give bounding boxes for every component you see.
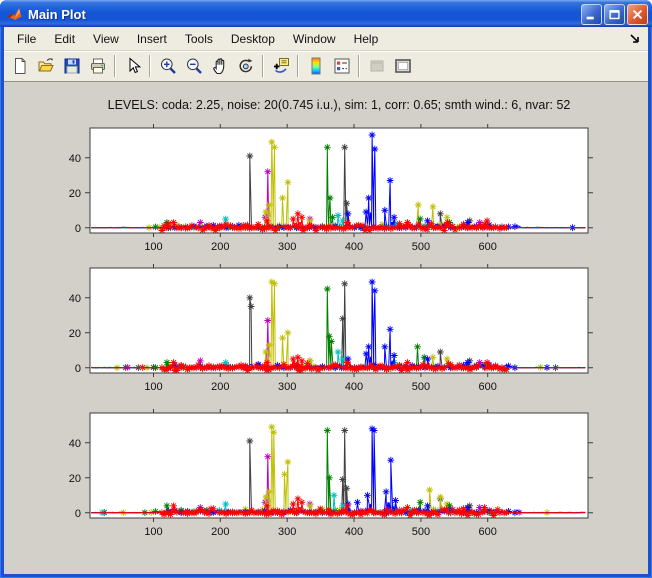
- svg-text:20: 20: [69, 328, 81, 340]
- svg-text:400: 400: [345, 241, 363, 253]
- minimize-button[interactable]: [581, 3, 602, 25]
- window-controls: [581, 3, 648, 25]
- svg-text:500: 500: [412, 241, 430, 253]
- save-figure-button[interactable]: [59, 54, 84, 78]
- edit-plot-button[interactable]: [120, 54, 145, 78]
- rotate-3d-icon: [237, 57, 255, 75]
- pan-button[interactable]: [207, 54, 232, 78]
- open-folder-icon: [37, 57, 55, 75]
- menu-item-desktop[interactable]: Desktop: [222, 29, 284, 49]
- hide-plot-tools-button[interactable]: [364, 54, 389, 78]
- show-plot-tools-icon: [394, 57, 412, 75]
- insert-legend-button[interactable]: [329, 54, 354, 78]
- svg-text:200: 200: [211, 241, 229, 253]
- data-cursor-button[interactable]: [268, 54, 293, 78]
- svg-text:600: 600: [479, 526, 497, 538]
- hide-plot-tools-icon: [368, 57, 386, 75]
- zoom-in-button[interactable]: [155, 54, 180, 78]
- svg-text:40: 40: [69, 438, 81, 450]
- minimize-icon: [584, 7, 599, 22]
- insert-colorbar-button[interactable]: [303, 54, 328, 78]
- menu-item-edit[interactable]: Edit: [45, 29, 84, 49]
- menu-item-insert[interactable]: Insert: [128, 29, 176, 49]
- rotate-3d-button[interactable]: [233, 54, 258, 78]
- toolbar-separator: [262, 55, 264, 77]
- matlab-app-icon: [6, 6, 23, 23]
- menubar-items: File Edit View Insert Tools Desktop Window Help: [8, 29, 387, 49]
- svg-text:100: 100: [144, 526, 162, 538]
- data-cursor-icon: [272, 57, 290, 75]
- svg-text:300: 300: [278, 241, 296, 253]
- menu-item-file[interactable]: File: [8, 29, 45, 49]
- maximize-button[interactable]: [604, 3, 625, 25]
- menubar-dock-arrow-icon[interactable]: [629, 33, 641, 45]
- close-button[interactable]: [627, 3, 648, 25]
- zoom-out-icon: [185, 57, 203, 75]
- svg-text:200: 200: [211, 526, 229, 538]
- menu-item-view[interactable]: View: [84, 29, 128, 49]
- svg-text:40: 40: [69, 153, 81, 165]
- svg-text:300: 300: [278, 381, 296, 393]
- svg-text:600: 600: [479, 241, 497, 253]
- toolbar: [4, 51, 648, 82]
- toolbar-separator: [114, 55, 116, 77]
- svg-text:100: 100: [144, 381, 162, 393]
- svg-text:100: 100: [144, 241, 162, 253]
- colorbar-icon: [307, 57, 325, 75]
- figure-canvas: LEVELS: coda: 2.25, noise: 20(0.745 i.u.…: [4, 82, 648, 574]
- menu-item-window[interactable]: Window: [284, 29, 345, 49]
- zoom-in-icon: [159, 57, 177, 75]
- window: Main Plot File Edit View Insert Tools Desktop…: [0, 0, 652, 578]
- print-icon: [89, 57, 107, 75]
- toolbar-separator: [297, 55, 299, 77]
- hand-icon: [211, 57, 229, 75]
- subplot-3[interactable]: 100 200 300 400 500 600 0 20 40: [4, 407, 648, 547]
- svg-text:20: 20: [69, 188, 81, 200]
- toolbar-separator: [358, 55, 360, 77]
- svg-text:40: 40: [69, 293, 81, 305]
- svg-text:20: 20: [69, 473, 81, 485]
- svg-text:200: 200: [211, 381, 229, 393]
- menu-item-tools[interactable]: Tools: [176, 29, 222, 49]
- legend-icon: [333, 57, 351, 75]
- svg-text:0: 0: [75, 223, 81, 235]
- open-file-button[interactable]: [33, 54, 58, 78]
- menubar: File Edit View Insert Tools Desktop Window Help: [4, 27, 648, 51]
- plot-title: LEVELS: coda: 2.25, noise: 20(0.745 i.u.…: [107, 98, 571, 112]
- menu-item-help[interactable]: Help: [345, 29, 388, 49]
- close-icon: [630, 7, 645, 22]
- print-figure-button[interactable]: [85, 54, 110, 78]
- svg-text:600: 600: [479, 381, 497, 393]
- svg-text:500: 500: [412, 526, 430, 538]
- titlebar[interactable]: Main Plot: [0, 0, 652, 27]
- svg-text:400: 400: [345, 526, 363, 538]
- svg-text:300: 300: [278, 526, 296, 538]
- subplot-1[interactable]: 100 200 300 400 500 600 0 20 40: [4, 122, 648, 262]
- toolbar-separator: [149, 55, 151, 77]
- show-plot-tools-button[interactable]: [390, 54, 415, 78]
- new-figure-button[interactable]: [7, 54, 32, 78]
- new-document-icon: [11, 57, 29, 75]
- svg-text:0: 0: [75, 508, 81, 520]
- window-title: Main Plot: [28, 6, 86, 22]
- subplot-2[interactable]: 100 200 300 400 500 600 0 20 40: [4, 262, 648, 402]
- svg-text:400: 400: [345, 381, 363, 393]
- pointer-arrow-icon: [124, 57, 142, 75]
- save-icon: [63, 57, 81, 75]
- zoom-out-button[interactable]: [181, 54, 206, 78]
- maximize-icon: [607, 7, 622, 22]
- svg-text:500: 500: [412, 381, 430, 393]
- svg-text:0: 0: [75, 363, 81, 375]
